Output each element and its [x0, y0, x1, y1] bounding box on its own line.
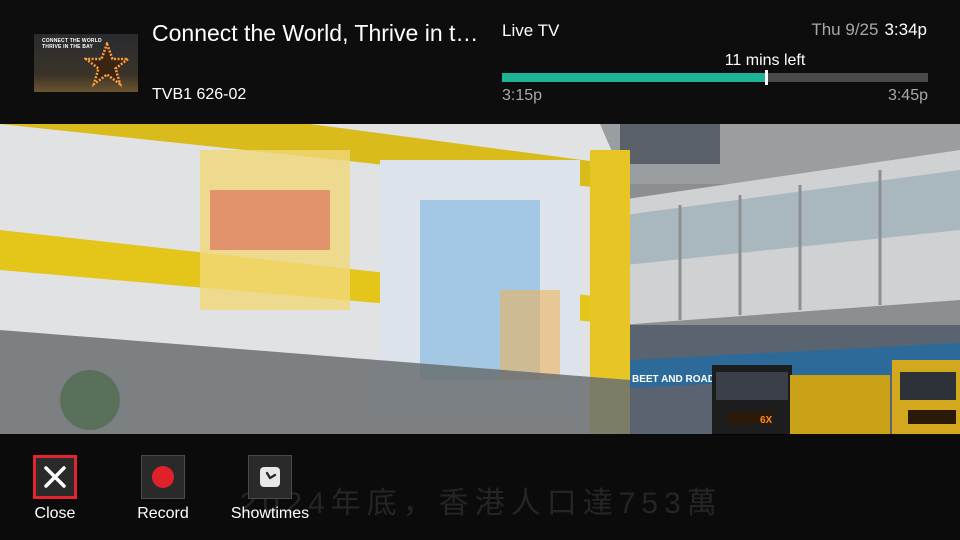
program-title: Connect the World, Thrive in t…: [152, 20, 479, 46]
time-remaining: 11 mins left: [724, 52, 806, 69]
star-icon: [84, 42, 130, 88]
record-button-label: Record: [137, 505, 189, 522]
close-button-label: Close: [34, 505, 76, 522]
program-thumbnail: CONNECT THE WORLD THRIVE IN THE BAY: [34, 34, 138, 92]
showtimes-button[interactable]: Showtimes: [215, 455, 325, 523]
current-time: 3:34p: [884, 20, 927, 39]
live-tv-screen: BEET AND ROAD 6X CONNECT THE WORLD THRIV…: [0, 0, 960, 540]
showtimes-button-label: Showtimes: [230, 505, 310, 522]
progress-marker: [765, 70, 768, 85]
program-progress-bar: [502, 70, 928, 85]
end-time: 3:45p: [887, 87, 928, 104]
source-label: Live TV: [502, 21, 560, 40]
record-button[interactable]: Record: [108, 455, 218, 523]
close-button[interactable]: Close: [0, 455, 110, 523]
close-icon: [44, 466, 66, 488]
channel-label: TVB1 626-02: [152, 86, 247, 103]
banner-text: BEET AND ROAD: [632, 374, 715, 385]
bus-destination: 6X: [760, 415, 773, 426]
progress-fill: [502, 73, 766, 82]
info-bar: CONNECT THE WORLD THRIVE IN THE BAY Conn…: [0, 0, 960, 124]
current-date: Thu 9/25: [811, 20, 879, 39]
clock-icon: [260, 467, 280, 487]
start-time: 3:15p: [502, 87, 543, 104]
record-icon: [152, 466, 174, 488]
clock: Thu 9/25 3:34p: [811, 20, 927, 40]
